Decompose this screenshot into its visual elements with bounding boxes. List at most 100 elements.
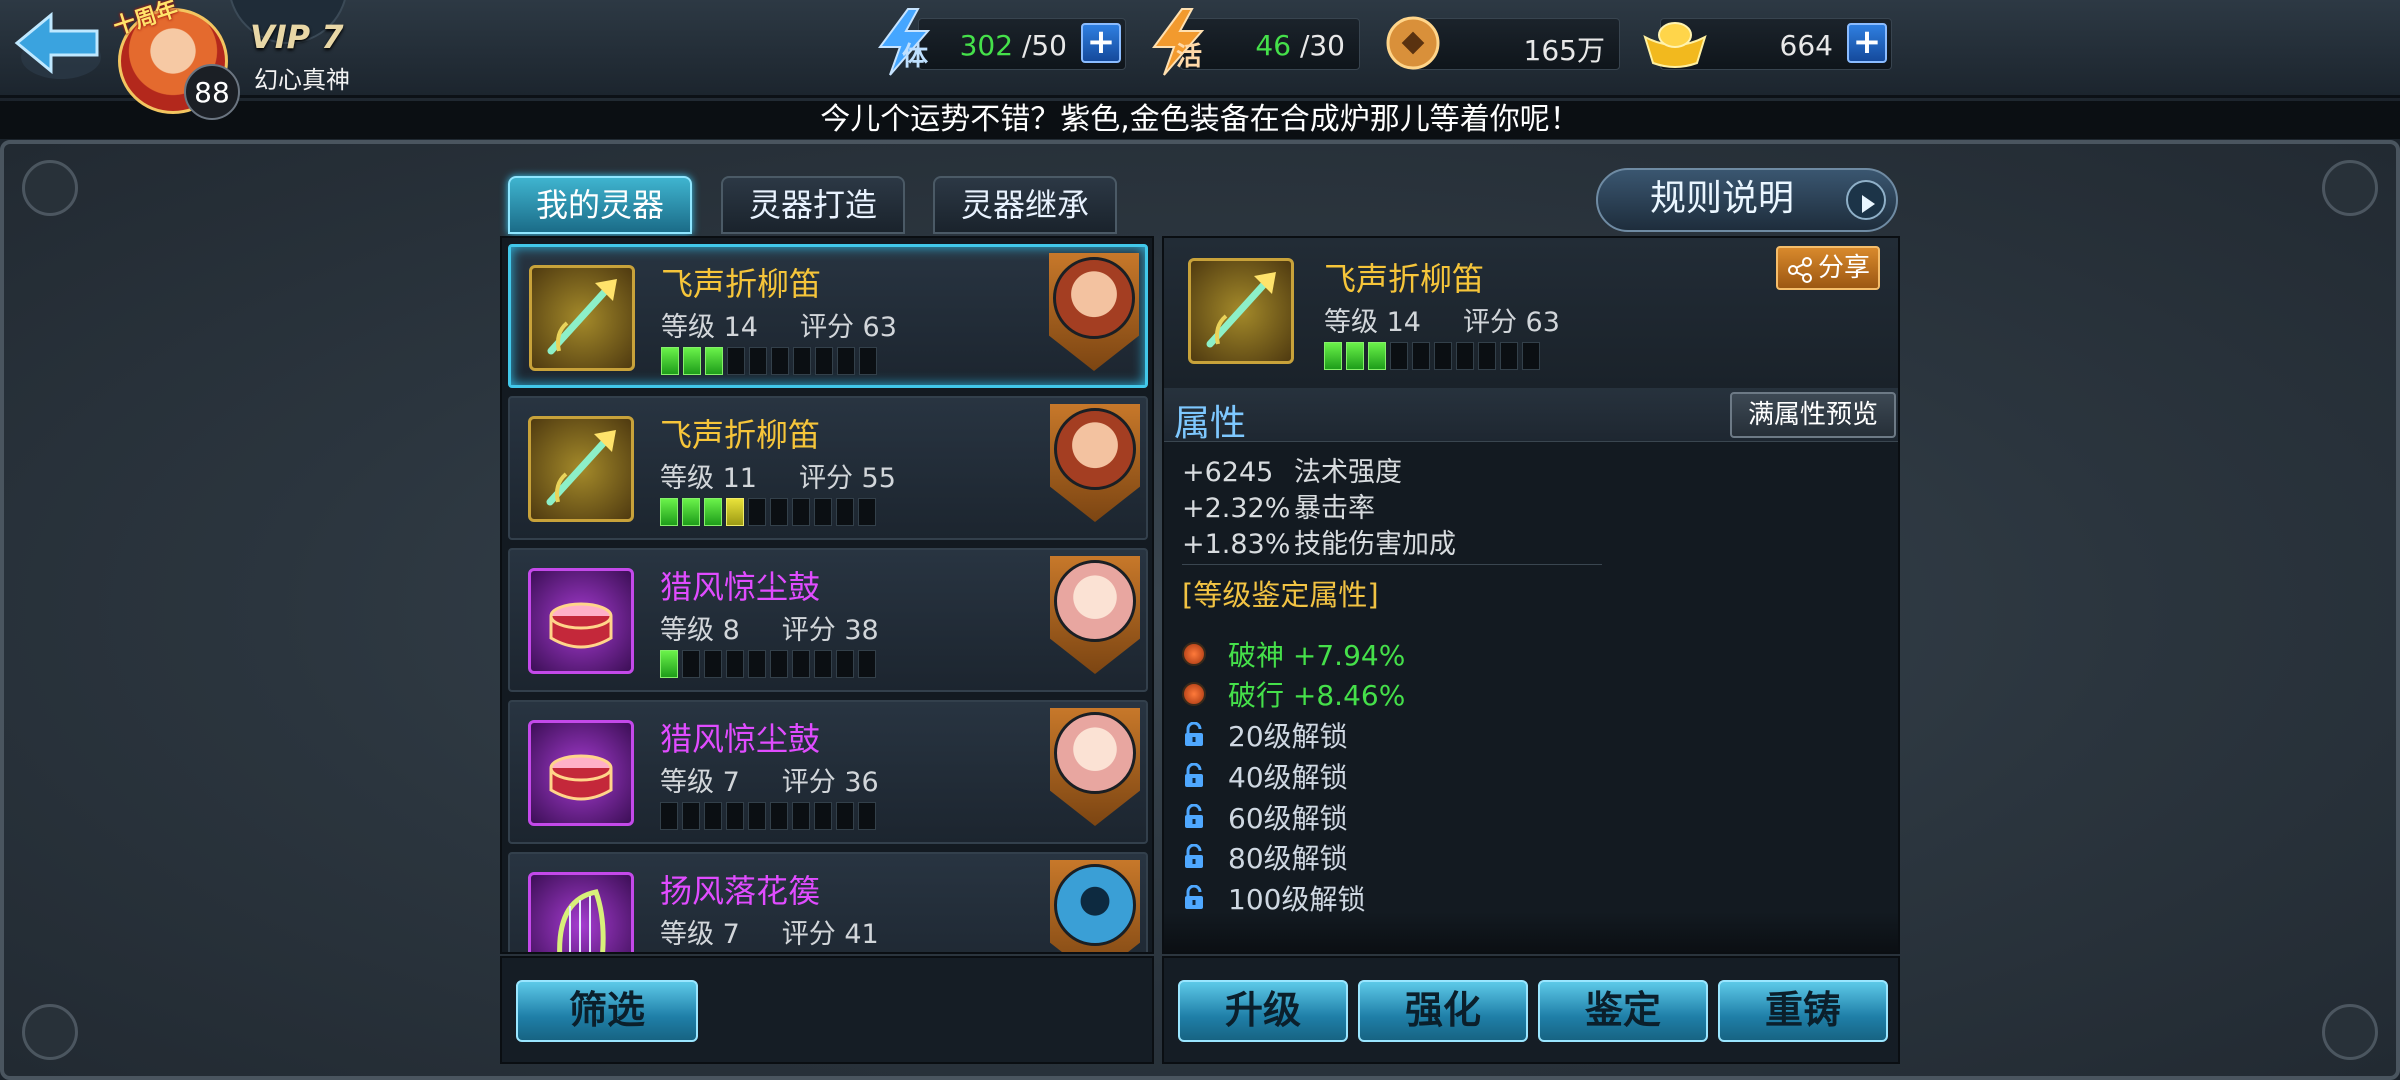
artifact-name: 猎风惊尘鼓 <box>660 568 821 606</box>
player-name: 幻心真神 <box>254 66 350 94</box>
artifact-level: 等级 8 <box>660 615 740 646</box>
star-pip <box>727 347 745 375</box>
attribute-value: +2.32% <box>1182 493 1291 524</box>
share-button[interactable]: 分享 <box>1776 246 1880 290</box>
star-pip <box>1346 342 1364 370</box>
star-pip <box>858 498 876 526</box>
detail-artifact-name: 飞声折柳笛 <box>1324 260 1485 298</box>
artifact-level: 等级 7 <box>660 919 740 950</box>
star-pip <box>726 650 744 678</box>
stamina-icon-label: 体 <box>902 42 929 72</box>
artifact-score: 评分 55 <box>798 463 896 494</box>
artifact-list[interactable]: 飞声折柳笛 等级 14 评分 63 飞声折柳笛等级 11 评分 55 猎风惊尘鼓等级 8 评… <box>500 236 1154 954</box>
appraisal-text: 60级解锁 <box>1228 802 1348 835</box>
artifact-level: 等级 11 <box>660 463 757 494</box>
star-pip <box>770 802 788 830</box>
share-button-label: 分享 <box>1818 253 1871 283</box>
lock-icon <box>1185 804 1203 828</box>
appraisal-row: 20级解锁 <box>1182 715 1348 755</box>
artifact-score: 评分 36 <box>781 767 879 798</box>
star-pip <box>704 802 722 830</box>
owner-portrait-badge <box>1049 253 1139 371</box>
artifact-list-item[interactable]: 飞声折柳笛 等级 14 评分 63 <box>508 244 1148 388</box>
gold-ingot-icon <box>1640 14 1710 72</box>
tab-artifact-inheritance[interactable]: 灵器继承 <box>933 176 1117 234</box>
artifact-level: 等级 7 <box>660 767 740 798</box>
frame-rivet-decoration <box>2322 160 2378 216</box>
divider <box>1182 564 1602 565</box>
lock-icon <box>1185 844 1203 868</box>
owner-portrait-badge <box>1050 860 1140 952</box>
filter-button[interactable]: 筛选 <box>516 980 698 1042</box>
copper-coin-icon <box>1384 14 1442 72</box>
full-attributes-preview-button[interactable]: 满属性预览 <box>1730 392 1896 438</box>
detail-header: 飞声折柳笛 等级 14 评分 63 分享 <box>1164 238 1898 388</box>
artifact-list-viewport[interactable]: 飞声折柳笛 等级 14 评分 63 飞声折柳笛等级 11 评分 55 猎风惊尘鼓等级 8 评… <box>502 238 1154 952</box>
lock-icon <box>1185 763 1203 787</box>
lock-icon <box>1185 722 1203 746</box>
owner-portrait <box>1054 408 1136 490</box>
star-pip <box>749 347 767 375</box>
attribute-name: 技能伤害加成 <box>1294 529 1456 560</box>
rules-button-label: 规则说明 <box>1650 178 1795 219</box>
star-pip <box>836 498 854 526</box>
star-pip <box>1390 342 1408 370</box>
action-toolbar: 升级 强化 鉴定 重铸 <box>1162 956 1900 1064</box>
frame-rivet-decoration <box>2322 1004 2378 1060</box>
owner-portrait-badge <box>1050 404 1140 522</box>
flute-artifact-icon <box>1188 258 1294 364</box>
back-arrow-icon <box>14 11 101 79</box>
star-pip <box>661 347 679 375</box>
star-pip <box>858 650 876 678</box>
top-bar: 十周年 88 VIP 7 幻心真神 302 /50 + 体 46 /30 活 1… <box>0 0 2400 120</box>
star-pip <box>1478 342 1496 370</box>
appraisal-row: 破神 +7.94% <box>1182 634 1405 674</box>
attribute-row: +1.83% 技能伤害加成 <box>1182 522 1456 561</box>
artifact-score: 评分 38 <box>781 615 879 646</box>
attribute-value: +1.83% <box>1182 529 1291 560</box>
star-pip <box>705 347 723 375</box>
star-pip <box>814 498 832 526</box>
tab-my-artifacts[interactable]: 我的灵器 <box>508 176 692 234</box>
tab-artifact-crafting[interactable]: 灵器打造 <box>721 176 905 234</box>
appraisal-text: 40级解锁 <box>1228 761 1348 794</box>
detail-score: 评分 63 <box>1462 307 1560 338</box>
artifact-name: 飞声折柳笛 <box>660 416 821 454</box>
star-pip <box>793 347 811 375</box>
appraisal-title: [等级鉴定属性] <box>1182 578 1379 612</box>
attribute-row: +6245 法术强度 <box>1182 450 1402 489</box>
artifact-score: 评分 63 <box>799 312 897 343</box>
upgrade-button[interactable]: 升级 <box>1178 980 1348 1042</box>
star-pip <box>1368 342 1386 370</box>
appraisal-text: 20级解锁 <box>1228 720 1348 753</box>
attributes-bar: 属性 满属性预览 <box>1164 388 1898 444</box>
star-pip <box>726 802 744 830</box>
rules-button[interactable]: 规则说明 <box>1596 168 1898 232</box>
lock-icon <box>1185 885 1203 909</box>
add-gold-button[interactable]: + <box>1847 23 1887 63</box>
artifact-list-item[interactable]: 飞声折柳笛等级 11 评分 55 <box>508 396 1148 540</box>
attribute-name: 暴击率 <box>1294 493 1375 524</box>
frame-rivet-decoration <box>22 160 78 216</box>
appraise-button[interactable]: 鉴定 <box>1538 980 1708 1042</box>
appraisal-row: 80级解锁 <box>1182 837 1348 877</box>
enhance-button[interactable]: 强化 <box>1358 980 1528 1042</box>
star-pip <box>770 498 788 526</box>
play-arrow-icon <box>1846 180 1886 220</box>
appraisal-row: 破行 +8.46% <box>1182 674 1405 714</box>
reforge-button[interactable]: 重铸 <box>1718 980 1888 1042</box>
appraisal-row: 40级解锁 <box>1182 756 1348 796</box>
artifact-list-item[interactable]: 猎风惊尘鼓等级 8 评分 38 <box>508 548 1148 692</box>
share-icon <box>1788 257 1812 283</box>
gold-value: 664 <box>1779 29 1833 62</box>
back-button[interactable] <box>8 6 106 88</box>
star-pip <box>770 650 788 678</box>
artifact-list-item[interactable]: 扬风落花篌 等级 7 评分 41 <box>508 852 1148 952</box>
star-pip <box>815 347 833 375</box>
stamina-max: /50 <box>1021 29 1067 62</box>
artifact-list-item[interactable]: 猎风惊尘鼓 等级 7 评分 36 <box>508 700 1148 844</box>
star-pip <box>1324 342 1342 370</box>
star-pip <box>1500 342 1518 370</box>
add-stamina-button[interactable]: + <box>1081 23 1121 63</box>
owner-portrait <box>1054 560 1136 642</box>
